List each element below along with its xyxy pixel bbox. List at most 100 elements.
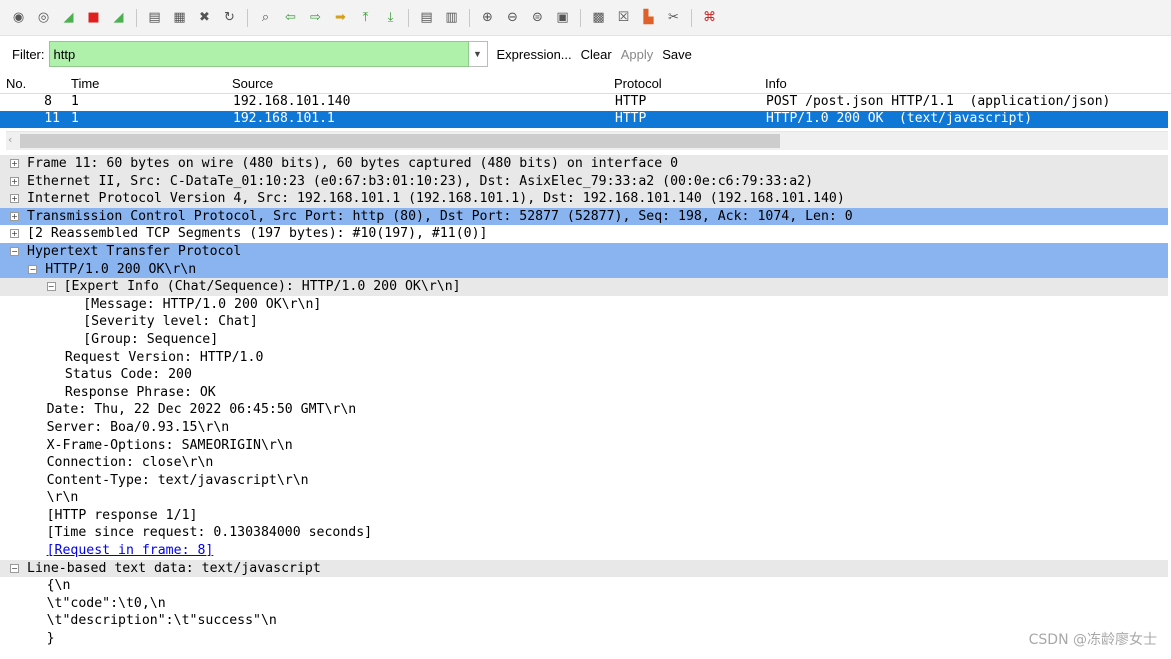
watermark: CSDN @冻龄廖女士 bbox=[1028, 632, 1157, 648]
go-last-icon[interactable]: ⤓ bbox=[382, 9, 399, 26]
detail-text: \r\n bbox=[46, 490, 79, 506]
go-first-icon[interactable]: ⤒ bbox=[357, 9, 374, 26]
expand-icon[interactable]: + bbox=[10, 211, 19, 221]
detail-row[interactable]: Request Version: HTTP/1.0 bbox=[0, 349, 1168, 367]
detail-row[interactable]: [HTTP response 1/1] bbox=[0, 507, 1168, 525]
detail-row[interactable]: [Request in frame: 8] bbox=[0, 542, 1168, 560]
save-file-icon[interactable]: ▦ bbox=[171, 9, 188, 26]
collapse-icon[interactable]: − bbox=[28, 264, 38, 274]
stop-capture-icon[interactable]: ■ bbox=[85, 9, 102, 26]
expand-icon[interactable]: + bbox=[10, 229, 19, 239]
column-header-info[interactable]: Info bbox=[765, 76, 787, 91]
packet-row[interactable]: 8 1 192.168.101.140 HTTP POST /post.json… bbox=[0, 94, 1168, 111]
filter-label: Filter: bbox=[12, 46, 45, 62]
scroll-left-icon[interactable]: ‹ bbox=[8, 133, 12, 146]
detail-row[interactable]: − [Expert Info (Chat/Sequence): HTTP/1.0 … bbox=[0, 278, 1168, 296]
scrollbar-thumb[interactable] bbox=[20, 134, 780, 148]
go-back-icon[interactable]: ⇦ bbox=[282, 9, 299, 26]
detail-text: Frame 11: 60 bytes on wire (480 bits), 6… bbox=[27, 156, 679, 171]
detail-row[interactable]: + Ethernet II, Src: C-DataTe_01:10:23 (e0… bbox=[0, 172, 1168, 191]
zoom-in-icon[interactable]: ⊕ bbox=[479, 9, 496, 26]
detail-row[interactable]: \t"description":\t"success"\n bbox=[0, 612, 1168, 630]
packet-source: 192.168.101.140 bbox=[233, 94, 351, 109]
detail-row[interactable]: + [2 Reassembled TCP Segments (197 bytes)… bbox=[0, 225, 1168, 243]
packet-no: 11 bbox=[44, 111, 60, 126]
detail-row[interactable]: \r\n bbox=[0, 489, 1168, 507]
auto-scroll-icon[interactable]: ▥ bbox=[443, 9, 460, 26]
packet-row-selected[interactable]: 11 1 192.168.101.1 HTTP HTTP/1.0 200 OK … bbox=[0, 111, 1168, 128]
find-packet-icon[interactable]: ⌕ bbox=[257, 9, 274, 26]
filter-dropdown-icon[interactable]: ▼ bbox=[468, 41, 488, 67]
collapse-icon[interactable]: − bbox=[10, 246, 19, 256]
detail-row[interactable]: Content-Type: text/javascript\r\n bbox=[0, 472, 1168, 490]
display-filter-input[interactable] bbox=[48, 41, 469, 67]
expand-icon[interactable]: + bbox=[10, 176, 19, 186]
packet-no: 8 bbox=[44, 94, 52, 109]
detail-row[interactable]: [Message: HTTP/1.0 200 OK\r\n] bbox=[0, 296, 1168, 314]
detail-row[interactable]: + Transmission Control Protocol, Src Port… bbox=[0, 207, 1168, 226]
capture-filters-icon[interactable]: ▩ bbox=[590, 9, 607, 26]
detail-row[interactable]: [Time since request: 0.130384000 seconds… bbox=[0, 524, 1168, 542]
normal-size-icon[interactable]: ⊜ bbox=[529, 9, 546, 26]
column-header-protocol[interactable]: Protocol bbox=[614, 76, 662, 91]
detail-text: [Expert Info (Chat/Sequence): HTTP/1.0 2… bbox=[63, 279, 461, 295]
colorize-icon[interactable]: ▤ bbox=[418, 9, 435, 26]
detail-row[interactable]: {\n bbox=[0, 577, 1168, 595]
detail-text: Connection: close\r\n bbox=[46, 455, 214, 471]
collapse-icon[interactable]: − bbox=[46, 282, 56, 292]
detail-row[interactable]: X-Frame-Options: SAMEORIGIN\r\n bbox=[0, 437, 1168, 455]
detail-text: [Severity level: Chat] bbox=[83, 314, 258, 330]
go-to-packet-icon[interactable]: ➡ bbox=[332, 9, 349, 26]
packet-info: HTTP/1.0 200 OK (text/javascript) bbox=[766, 111, 1033, 126]
collapse-icon[interactable]: − bbox=[10, 563, 19, 573]
close-file-icon[interactable]: ✖ bbox=[196, 9, 213, 26]
detail-row[interactable]: Date: Thu, 22 Dec 2022 06:45:50 GMT\r\n bbox=[0, 401, 1168, 419]
start-capture-icon[interactable]: ◉ bbox=[10, 9, 27, 26]
packet-source: 192.168.101.1 bbox=[233, 111, 335, 126]
detail-row[interactable]: + Internet Protocol Version 4, Src: 192.1… bbox=[0, 190, 1168, 208]
display-filters-icon[interactable]: ☒ bbox=[615, 9, 632, 26]
detail-row[interactable]: Response Phrase: OK bbox=[0, 384, 1168, 402]
packet-list-scrollbar[interactable]: ‹ bbox=[6, 131, 1168, 150]
filter-bar: Filter: ▼ Expression... Clear Apply Save bbox=[0, 39, 1171, 69]
main-toolbar: ◉ ◎ ◢ ■ ◢ ▤ ▦ ✖ ↻ ⌕ ⇦ ⇨ ➡ ⤒ ⤓ ▤ ▥ ⊕ ⊖ ⊜ … bbox=[0, 0, 1171, 36]
preferences-icon[interactable]: ✂ bbox=[665, 9, 682, 26]
apply-button[interactable]: Apply bbox=[621, 47, 654, 62]
open-file-icon[interactable]: ▤ bbox=[146, 9, 163, 26]
expand-icon[interactable]: + bbox=[10, 194, 19, 204]
column-header-no[interactable]: No. bbox=[6, 76, 26, 91]
request-frame-link[interactable]: [Request in frame: 8] bbox=[47, 542, 214, 560]
column-header-source[interactable]: Source bbox=[232, 76, 273, 91]
detail-row[interactable]: Status Code: 200 bbox=[0, 366, 1168, 384]
detail-text: Hypertext Transfer Protocol bbox=[27, 243, 242, 259]
detail-row[interactable]: + Frame 11: 60 bytes on wire (480 bits), … bbox=[0, 155, 1168, 173]
detail-row[interactable]: − Hypertext Transfer Protocol bbox=[0, 242, 1168, 261]
resize-columns-icon[interactable]: ▣ bbox=[554, 9, 571, 26]
detail-text: Response Phrase: OK bbox=[64, 384, 216, 400]
detail-row[interactable]: [Severity level: Chat] bbox=[0, 313, 1168, 331]
detail-text: [2 Reassembled TCP Segments (197 bytes):… bbox=[27, 226, 488, 242]
coloring-rules-icon[interactable]: ▙ bbox=[640, 9, 657, 26]
clear-button[interactable]: Clear bbox=[581, 47, 612, 62]
column-header-time[interactable]: Time bbox=[71, 76, 99, 91]
packet-time: 1 bbox=[71, 94, 79, 109]
shark-fin-icon[interactable]: ◢ bbox=[60, 9, 77, 26]
reload-icon[interactable]: ↻ bbox=[221, 9, 238, 26]
go-forward-icon[interactable]: ⇨ bbox=[307, 9, 324, 26]
help-icon[interactable]: ⌘ bbox=[701, 9, 718, 26]
detail-row[interactable]: Server: Boa/0.93.15\r\n bbox=[0, 419, 1168, 437]
detail-row[interactable]: − HTTP/1.0 200 OK\r\n bbox=[0, 260, 1168, 279]
capture-options-icon[interactable]: ◎ bbox=[35, 9, 52, 26]
packet-protocol: HTTP bbox=[615, 111, 647, 126]
detail-row[interactable]: } bbox=[0, 630, 1168, 648]
expression-button[interactable]: Expression... bbox=[497, 47, 572, 62]
expand-icon[interactable]: + bbox=[10, 159, 19, 168]
zoom-out-icon[interactable]: ⊖ bbox=[504, 9, 521, 26]
detail-row[interactable]: [Group: Sequence] bbox=[0, 331, 1168, 349]
detail-text: \t"description":\t"success"\n bbox=[46, 613, 277, 629]
save-button[interactable]: Save bbox=[662, 47, 692, 62]
restart-capture-icon[interactable]: ◢ bbox=[110, 9, 127, 26]
detail-row[interactable]: − Line-based text data: text/javascript bbox=[0, 559, 1168, 578]
detail-row[interactable]: Connection: close\r\n bbox=[0, 454, 1168, 472]
detail-row[interactable]: \t"code":\t0,\n bbox=[0, 595, 1168, 613]
